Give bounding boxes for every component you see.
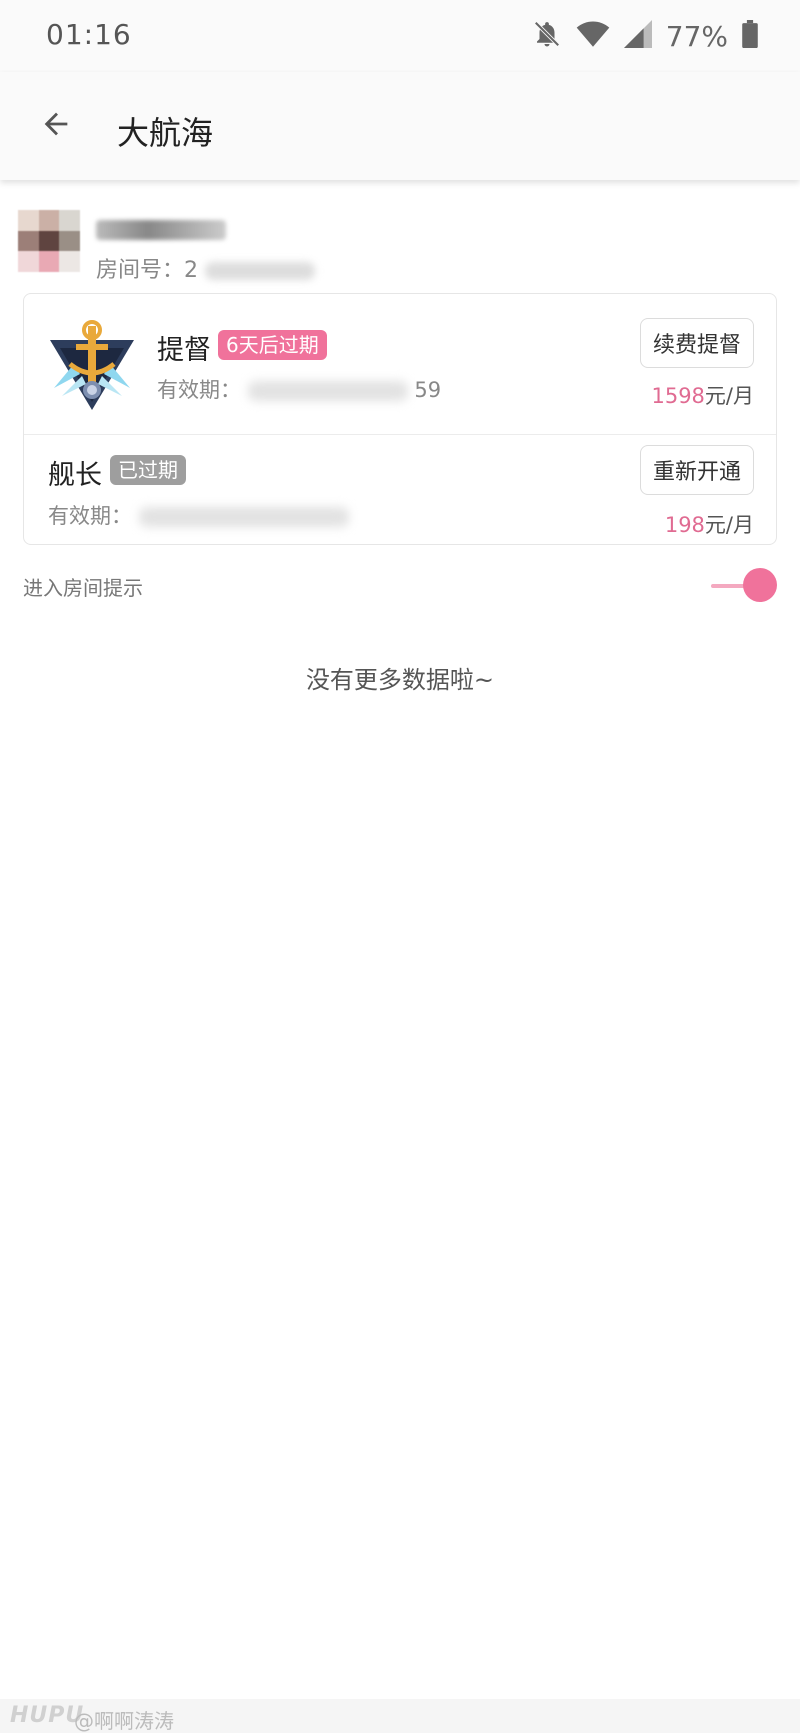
room-profile: 房间号：2 <box>18 200 778 290</box>
validity-date-blurred <box>247 381 408 401</box>
admiral-badge-icon <box>44 318 140 414</box>
renew-admiral-button[interactable]: 续费提督 <box>640 318 754 368</box>
validity-date-blurred <box>138 507 349 527</box>
avatar <box>18 210 80 272</box>
toggle-thumb <box>743 568 777 602</box>
battery-percentage: 77% <box>665 19 728 53</box>
tier-name: 提督 <box>157 335 211 366</box>
enter-room-hint-toggle[interactable] <box>711 566 777 606</box>
price-number: 198 <box>664 513 705 537</box>
validity-period: 有效期： 59 <box>157 374 441 404</box>
watermark: HUPU @啊啊涛涛 <box>0 1699 800 1733</box>
enter-room-hint-label: 进入房间提示 <box>23 576 143 600</box>
watermark-user: @啊啊涛涛 <box>74 1709 174 1733</box>
price: 198元/月 <box>665 509 754 539</box>
validity-period: 有效期： <box>48 500 349 530</box>
bell-off-icon <box>532 19 562 53</box>
no-more-data-text: 没有更多数据啦~ <box>305 666 495 694</box>
status-icons: 77% <box>532 18 758 54</box>
arrow-left-icon <box>39 107 73 145</box>
wifi-icon <box>576 19 610 53</box>
tier-name: 舰长 <box>48 460 102 491</box>
signal-icon <box>623 20 652 52</box>
battery-icon <box>742 20 758 52</box>
price-unit: 元/月 <box>704 513 754 537</box>
app-bar: 大航海 <box>0 72 800 180</box>
expiry-status-badge: 6天后过期 <box>218 330 327 360</box>
status-bar: 01:16 77% <box>0 0 800 72</box>
price: 1598元/月 <box>651 380 754 410</box>
validity-label: 有效期： <box>157 378 241 402</box>
reactivate-captain-button[interactable]: 重新开通 <box>640 445 754 495</box>
page-title: 大航海 <box>117 114 214 152</box>
validity-time-tail: 59 <box>414 378 442 402</box>
room-number-label: 房间号： <box>96 258 185 283</box>
status-time: 01:16 <box>46 18 132 51</box>
room-number: 房间号：2 <box>96 252 316 284</box>
subscription-row-captain: 舰长 已过期 有效期： 重新开通 198元/月 <box>24 434 776 547</box>
room-number-blurred <box>205 262 316 280</box>
expired-status-badge: 已过期 <box>110 455 186 485</box>
enter-room-hint-setting: 进入房间提示 <box>23 560 777 620</box>
price-unit: 元/月 <box>704 384 754 408</box>
price-number: 1598 <box>651 384 705 408</box>
subscription-row-admiral: 提督 6天后过期 有效期： 59 续费提督 1598元/月 <box>24 294 776 434</box>
back-button[interactable] <box>30 100 82 152</box>
profile-name-blurred <box>96 220 226 240</box>
subscription-card: 提督 6天后过期 有效期： 59 续费提督 1598元/月 舰长 已过期 有效期… <box>23 293 777 545</box>
validity-label: 有效期： <box>48 504 132 528</box>
room-number-prefix: 2 <box>184 258 199 283</box>
